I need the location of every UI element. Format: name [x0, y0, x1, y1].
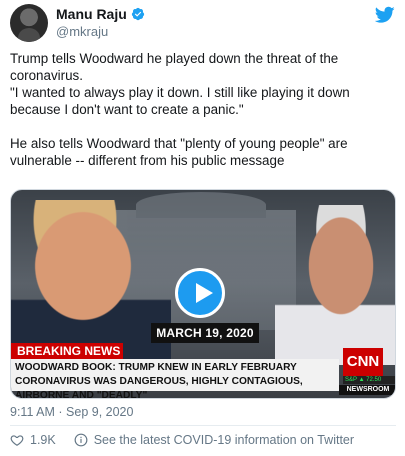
twitter-bird-icon[interactable]: [375, 6, 395, 24]
play-icon[interactable]: [175, 268, 225, 318]
like-count: 1.9K: [30, 433, 56, 447]
video-player[interactable]: MARCH 19, 2020 BREAKING NEWS WOODWARD BO…: [10, 189, 396, 399]
tweet-timestamp[interactable]: 9:11 AM · Sep 9, 2020: [10, 405, 133, 419]
cnn-logo: CNN: [343, 348, 383, 376]
tweet-line: Trump tells Woodward he played down the …: [10, 51, 339, 83]
verified-badge-icon: [131, 7, 144, 21]
divider: [10, 425, 396, 426]
show-label: NEWSROOM: [339, 385, 395, 395]
author-name-row[interactable]: Manu Raju: [56, 6, 145, 22]
video-date-caption: MARCH 19, 2020: [151, 323, 259, 343]
covid-info-text: See the latest COVID-19 information on T…: [93, 433, 355, 447]
breaking-news-label: BREAKING NEWS: [11, 343, 123, 359]
video-figure-right: [275, 205, 395, 365]
author-handle[interactable]: @mkraju: [56, 24, 108, 39]
avatar[interactable]: [10, 4, 48, 42]
heart-icon: [10, 435, 24, 446]
display-name[interactable]: Manu Raju: [56, 6, 127, 22]
tweet-line: "I wanted to always play it down. I stil…: [10, 85, 350, 117]
tweet-card: Manu Raju @mkraju Trump tells Woodward h…: [0, 0, 405, 456]
market-ticker: S&P ▲ 72.50: [343, 376, 395, 384]
tweet-text: Trump tells Woodward he played down the …: [10, 50, 398, 169]
video-figure-left: [11, 200, 171, 365]
tweet-line: He also tells Woodward that "plenty of y…: [10, 136, 348, 168]
like-button[interactable]: 1.9K: [10, 433, 56, 447]
info-icon: [74, 433, 88, 447]
covid-info-link[interactable]: See the latest COVID-19 information on T…: [74, 433, 354, 447]
news-chyron: WOODWARD BOOK: TRUMP KNEW IN EARLY FEBRU…: [11, 359, 339, 398]
tweet-actions: 1.9K See the latest COVID-19 information…: [10, 433, 372, 447]
